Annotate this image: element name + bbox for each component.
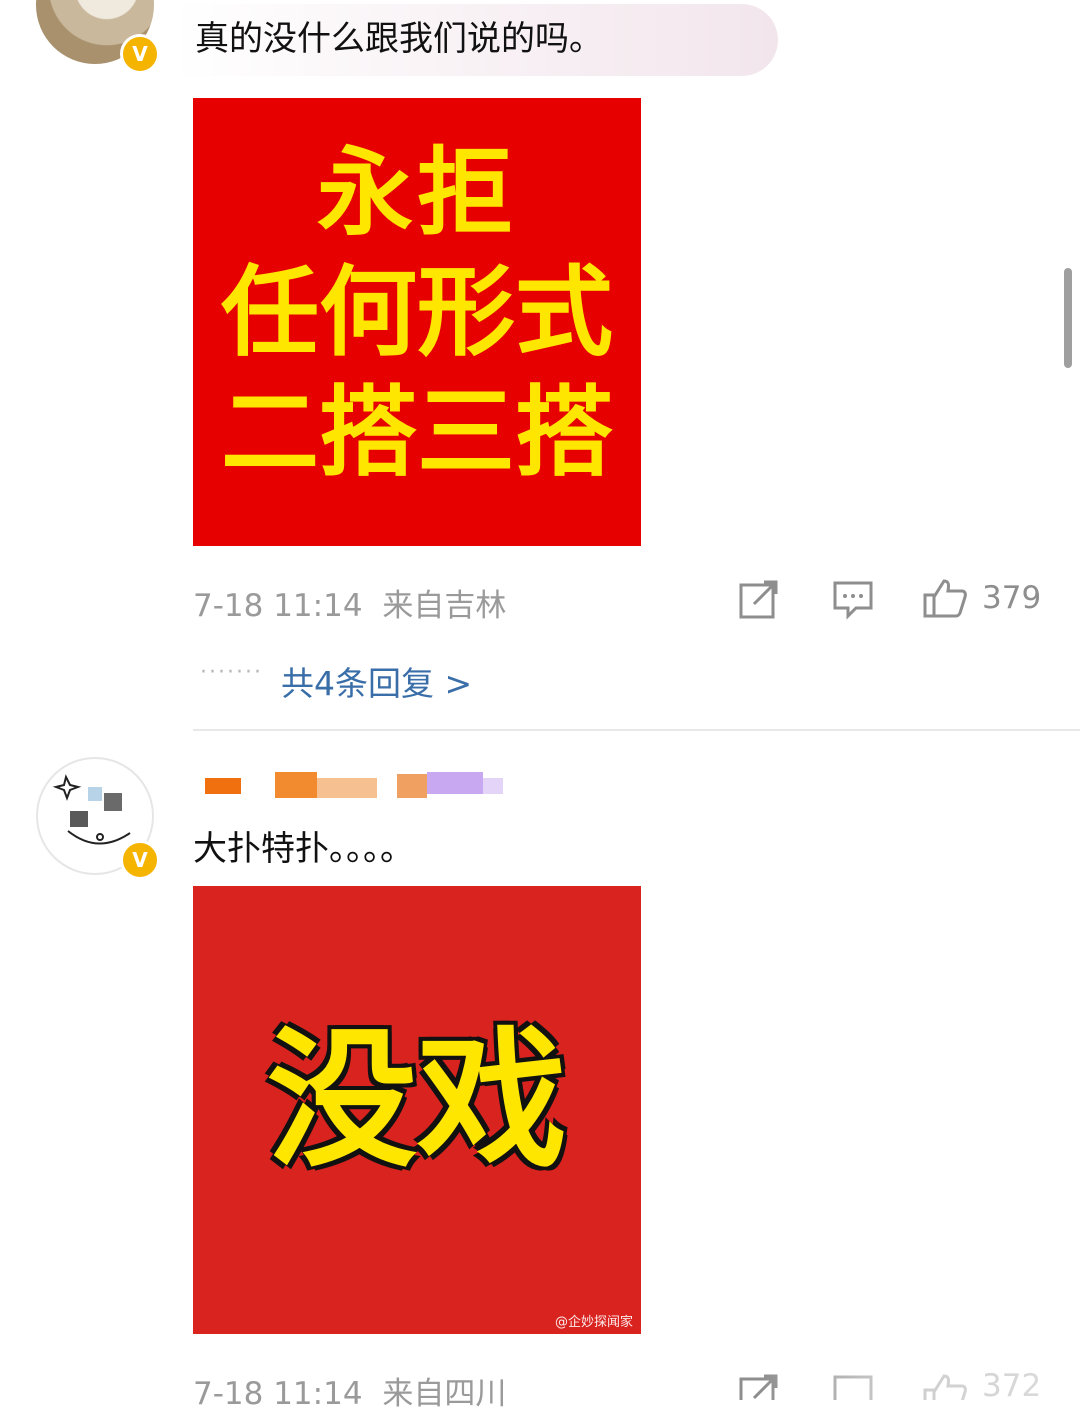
comment-location: 来自四川 [382,1376,507,1412]
comment-meta: 7-18 11:14 来自四川 [193,1368,506,1413]
watermark-overlay [760,1356,1080,1400]
comment-icon[interactable] [832,580,874,620]
comment-image[interactable]: 没戏 @企妙探闻家 [193,886,641,1334]
poster-line-1: 永拒 [317,137,517,249]
comment-text: 大扑特扑。。。。 [193,829,414,869]
image-watermark: @企妙探闻家 [554,1315,633,1330]
username-blurred[interactable] [205,772,505,798]
share-icon[interactable] [738,578,780,620]
comment-text: 真的没什么跟我们说的吗。 [195,19,603,59]
poster-line-3: 二搭三搭 [220,376,613,490]
verified-badge-icon: V [120,840,160,880]
like-icon[interactable] [922,577,968,619]
divider [193,729,1080,731]
replies-dots: ······· [200,660,263,685]
comment-time: 7-18 11:14 [193,588,363,624]
scrollbar[interactable] [1064,268,1072,368]
comment-location: 来自吉林 [382,588,507,624]
poster-line-2: 任何形式 [220,256,613,370]
view-replies-link[interactable]: 共4条回复 > [281,657,472,705]
comment-image[interactable]: 永拒 任何形式 二搭三搭 [193,98,641,546]
verified-badge-icon: V [120,34,160,74]
like-count: 379 [982,580,1042,616]
poster-text: 没戏 [266,1014,567,1188]
comment-time: 7-18 11:14 [193,1376,363,1412]
comment-meta: 7-18 11:14 来自吉林 [193,580,506,625]
